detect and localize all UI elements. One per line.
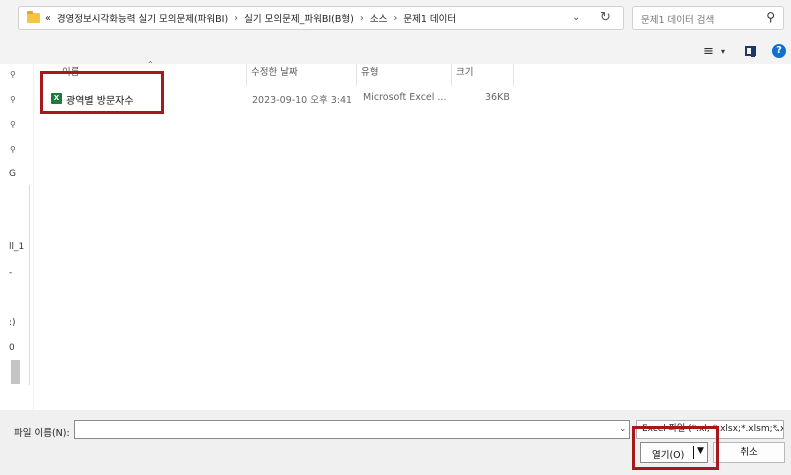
search-icon[interactable]: ⚲ (766, 10, 775, 24)
column-header-type[interactable]: 유형 (357, 64, 452, 86)
search-box[interactable]: 문제1 데이터 검색 ⚲ (632, 6, 784, 30)
pin-icon[interactable]: ⚲ (10, 70, 16, 79)
nav-item-fragment[interactable]: 0 (9, 343, 15, 353)
breadcrumb-separator[interactable]: › (393, 13, 397, 24)
breadcrumb-separator[interactable]: › (360, 13, 364, 24)
cancel-button[interactable]: 취소 (713, 442, 785, 463)
help-icon[interactable]: ? (772, 44, 786, 58)
column-header-modified[interactable]: 수정한 날짜 (247, 64, 357, 86)
filename-input[interactable] (74, 420, 630, 439)
highlight-box-open (632, 426, 719, 470)
breadcrumb-item[interactable]: 소스 (370, 11, 387, 25)
search-placeholder: 문제1 데이터 검색 (641, 15, 715, 26)
nav-item-fragment[interactable]: G (9, 169, 16, 179)
file-modified: 2023-09-10 오후 3:41 (252, 95, 353, 106)
column-header-label: 유형 (361, 67, 379, 78)
pin-icon[interactable]: ⚲ (10, 95, 16, 104)
pin-icon[interactable]: ⚲ (10, 120, 16, 129)
file-size: 36KB (485, 92, 510, 103)
nav-scrollbar-thumb[interactable] (11, 360, 20, 384)
toolbar (0, 40, 791, 64)
nav-item-fragment[interactable]: - (9, 268, 12, 278)
preview-pane-icon[interactable] (745, 46, 756, 57)
breadcrumb-separator[interactable]: › (234, 13, 238, 24)
column-header-label: 수정한 날짜 (251, 67, 298, 78)
address-bar[interactable]: « 경영정보시각화능력 실기 모의문제(파워BI) › 실기 모의문제_파워BI… (18, 6, 624, 30)
breadcrumb-item[interactable]: 문제1 데이터 (403, 11, 456, 25)
pin-icon[interactable]: ⚲ (10, 145, 16, 154)
breadcrumb-item[interactable]: 경영정보시각화능력 실기 모의문제(파워BI) (57, 11, 228, 25)
filename-label: 파일 이름(N): (14, 428, 70, 439)
view-dropdown-icon[interactable]: ▾ (721, 47, 725, 56)
filename-dropdown-icon[interactable]: ⌄ (619, 424, 627, 434)
highlight-box-file (40, 71, 164, 114)
address-history-chevron-icon[interactable]: ⌄ (572, 12, 580, 23)
file-list[interactable]: 이름 수정한 날짜 유형 크기 (34, 64, 791, 410)
refresh-icon[interactable]: ↻ (600, 10, 611, 25)
nav-item-fragment[interactable]: :) (9, 318, 16, 328)
column-header-size[interactable]: 크기 (452, 64, 514, 86)
view-options-icon[interactable]: ≡ (703, 44, 714, 59)
nav-item-fragment[interactable]: ll_1 (9, 242, 24, 252)
sort-ascending-icon: ⌃ (147, 60, 154, 69)
breadcrumb-overflow[interactable]: « (45, 13, 51, 24)
folder-icon (27, 11, 40, 23)
column-header-label: 크기 (456, 67, 474, 78)
filter-dropdown-icon[interactable]: ⌄ (773, 424, 781, 434)
nav-divider (29, 185, 30, 385)
file-type: Microsoft Excel ... (363, 92, 447, 103)
breadcrumb-item[interactable]: 실기 모의문제_파워BI(B형) (244, 11, 354, 25)
